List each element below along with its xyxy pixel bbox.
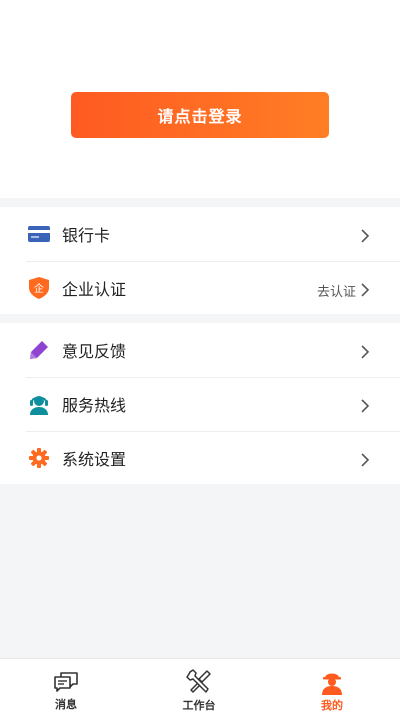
menu-item-label: 意见反馈	[62, 342, 127, 361]
customer-service-icon	[28, 393, 50, 415]
enterprise-badge-char: 企	[34, 282, 44, 295]
pencil-icon	[28, 339, 50, 361]
menu-item-label: 系统设置	[62, 450, 127, 469]
tab-label: 我的	[321, 699, 343, 711]
menu-item-bank-card[interactable]: 银行卡	[0, 207, 400, 261]
chevron-right-icon	[361, 345, 370, 359]
chat-bubbles-icon	[52, 669, 80, 694]
profile-header: 请点击登录	[0, 0, 400, 198]
profile-page: 请点击登录 银行卡 企 企业认证 去认证 意见反馈 服务热线 系统设置 消息 工…	[0, 0, 400, 711]
chevron-right-icon	[361, 453, 370, 467]
enterprise-shield-icon: 企	[28, 277, 50, 299]
menu-item-service-hotline[interactable]: 服务热线	[0, 377, 400, 431]
menu-group-account: 银行卡 企 企业认证 去认证	[0, 207, 400, 314]
menu-group-support: 意见反馈 服务热线 系统设置	[0, 323, 400, 484]
menu-item-label: 银行卡	[62, 226, 111, 245]
menu-item-system-settings[interactable]: 系统设置	[0, 431, 400, 485]
tab-messages[interactable]: 消息	[26, 659, 106, 711]
tab-mine[interactable]: 我的	[292, 659, 372, 711]
tools-icon	[185, 669, 213, 695]
bottom-tab-bar: 消息 工作台 我的	[0, 658, 400, 711]
menu-item-enterprise-verification[interactable]: 企 企业认证 去认证	[0, 261, 400, 315]
bank-card-icon	[28, 223, 50, 245]
menu-item-label: 服务热线	[62, 396, 127, 415]
menu-item-label: 企业认证	[62, 280, 127, 299]
chevron-right-icon	[361, 283, 370, 297]
tab-label: 工作台	[182, 699, 216, 711]
chevron-right-icon	[361, 229, 370, 243]
gear-icon	[28, 447, 50, 469]
verify-status-text: 去认证	[316, 284, 356, 300]
tab-label: 消息	[55, 698, 77, 711]
worker-avatar-icon	[318, 669, 346, 695]
chevron-right-icon	[361, 399, 370, 413]
menu-item-feedback[interactable]: 意见反馈	[0, 323, 400, 377]
tab-workbench[interactable]: 工作台	[159, 659, 239, 711]
login-button[interactable]: 请点击登录	[71, 92, 329, 138]
